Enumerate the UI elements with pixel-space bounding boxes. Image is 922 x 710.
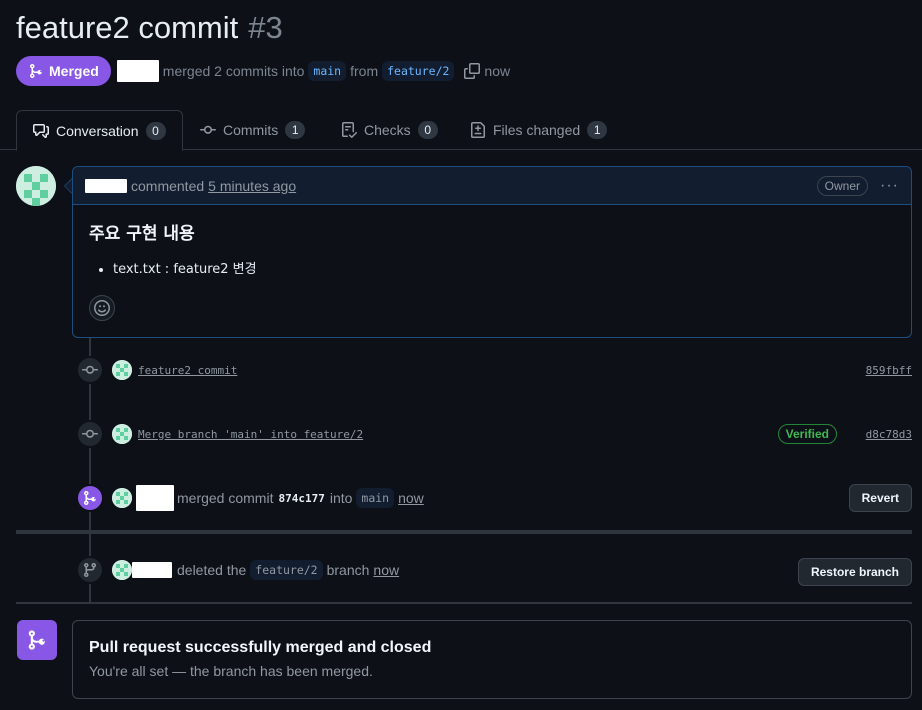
revert-button[interactable]: Revert [848, 484, 912, 512]
commit-sha-link[interactable]: 859fbff [866, 364, 912, 377]
add-reaction-button[interactable] [89, 295, 115, 321]
avatar[interactable] [112, 424, 132, 444]
merge-commit-sha[interactable]: 874c177 [278, 492, 324, 505]
merge-status-subtitle: You're all set — the branch has been mer… [89, 663, 373, 679]
author-name-redacted [85, 178, 127, 193]
deleted-branch[interactable]: feature/2 [250, 560, 323, 580]
identicon-icon [112, 360, 132, 380]
commit-sha-link[interactable]: d8c78d3 [866, 428, 912, 441]
git-commit-icon [82, 429, 98, 438]
timeline-commit: feature2 commit 859fbff [76, 355, 912, 385]
verified-badge[interactable]: Verified [777, 424, 837, 444]
pr-title-row: feature2 commit #3 [16, 10, 283, 50]
git-merge-icon [29, 64, 42, 79]
branch-suffix-text: branch [326, 562, 370, 578]
branch-badge [76, 556, 104, 584]
tab-label: Files changed [493, 122, 581, 138]
timeline-merged-event: merged commit 874c177 into main now Reve… [76, 483, 912, 513]
avatar[interactable] [112, 560, 132, 580]
git-commit-icon [200, 125, 216, 134]
avatar[interactable] [16, 166, 56, 206]
merged-state-badge: Merged [16, 56, 111, 86]
comment-time[interactable]: 5 minutes ago [208, 178, 296, 194]
timeline-deleted-branch-event: deleted the feature/2 branch now Restore… [76, 555, 912, 586]
comment-list: text.txt : feature2 변경 [113, 258, 895, 277]
merged-time: now [484, 63, 511, 79]
owner-badge: Owner [816, 175, 869, 196]
tab-label: Conversation [56, 122, 139, 139]
copy-icon[interactable] [464, 63, 481, 79]
tab-commits[interactable]: Commits 1 [200, 110, 306, 150]
git-branch-icon [83, 563, 96, 578]
comment-header: commented 5 minutes ago Owner ··· [73, 167, 911, 205]
merged-event-time[interactable]: now [398, 490, 424, 506]
git-commit-icon [82, 365, 98, 374]
pr-title: feature2 commit [16, 10, 239, 45]
merge-status-icon-box [17, 620, 57, 660]
timeline-commit: Merge branch 'main' into feature/2 Verif… [76, 419, 912, 449]
identicon-icon [112, 424, 132, 444]
merged-text: merged 2 commits into [162, 63, 305, 79]
avatar[interactable] [112, 360, 132, 380]
author-avatar-redacted [116, 60, 159, 82]
commit-badge [76, 420, 104, 448]
comment-box: commented 5 minutes ago Owner ··· 주요 구현 … [72, 166, 912, 338]
merged-event-text: merged commit [177, 490, 274, 506]
from-text: from [350, 63, 379, 79]
merged-label: Merged [49, 63, 99, 79]
comment-caret [64, 178, 72, 194]
tab-label: Checks [364, 122, 411, 138]
smiley-icon [94, 300, 110, 316]
tab-counter: 0 [145, 121, 166, 140]
tab-label: Commits [223, 122, 279, 138]
timeline-divider [16, 602, 912, 604]
avatar[interactable] [112, 488, 132, 508]
tab-counter: 1 [587, 121, 608, 139]
comment-action: commented [131, 177, 205, 194]
merge-status-box: Pull request successfully merged and clo… [72, 620, 912, 699]
comment-discussion-icon [33, 123, 49, 138]
list-item: text.txt : feature2 변경 [113, 258, 895, 277]
merge-status-title: Pull request successfully merged and clo… [89, 639, 432, 656]
identicon-icon [16, 166, 56, 206]
checklist-icon [342, 122, 357, 138]
timeline-divider [16, 530, 912, 534]
tab-checks[interactable]: Checks 0 [341, 110, 438, 150]
commit-message-link[interactable]: feature2 commit [138, 364, 237, 377]
kebab-menu-icon[interactable]: ··· [880, 177, 899, 195]
comment-heading: 주요 구현 내용 [89, 224, 195, 244]
actor-name-redacted [136, 485, 174, 511]
git-merge-icon [28, 630, 45, 650]
deleted-event-text: deleted the [177, 562, 247, 578]
restore-branch-button[interactable]: Restore branch [797, 558, 912, 586]
deleted-event-time[interactable]: now [373, 562, 399, 578]
pr-number: #3 [248, 10, 283, 45]
tab-files-changed[interactable]: Files changed 1 [470, 110, 608, 150]
base-branch[interactable]: main [308, 61, 347, 81]
identicon-icon [112, 560, 132, 580]
into-text: into [329, 490, 353, 506]
actor-name-redacted [132, 562, 172, 578]
merged-badge [76, 484, 104, 512]
file-diff-icon [471, 122, 485, 138]
comment-body: 주요 구현 내용 text.txt : feature2 변경 [73, 205, 911, 291]
tab-counter: 0 [417, 121, 438, 139]
head-branch[interactable]: feature/2 [382, 61, 455, 81]
commit-message-link[interactable]: Merge branch 'main' into feature/2 [138, 428, 363, 441]
identicon-icon [112, 488, 132, 508]
tab-counter: 1 [285, 121, 306, 139]
pr-tabs: Conversation 0 Commits 1 Checks 0 Files … [0, 110, 922, 151]
tab-conversation[interactable]: Conversation 0 [16, 110, 183, 151]
commit-badge [76, 356, 104, 384]
pr-meta: Merged merged 2 commits into main from f… [16, 56, 510, 86]
target-branch[interactable]: main [356, 488, 395, 508]
git-merge-icon [83, 491, 96, 506]
